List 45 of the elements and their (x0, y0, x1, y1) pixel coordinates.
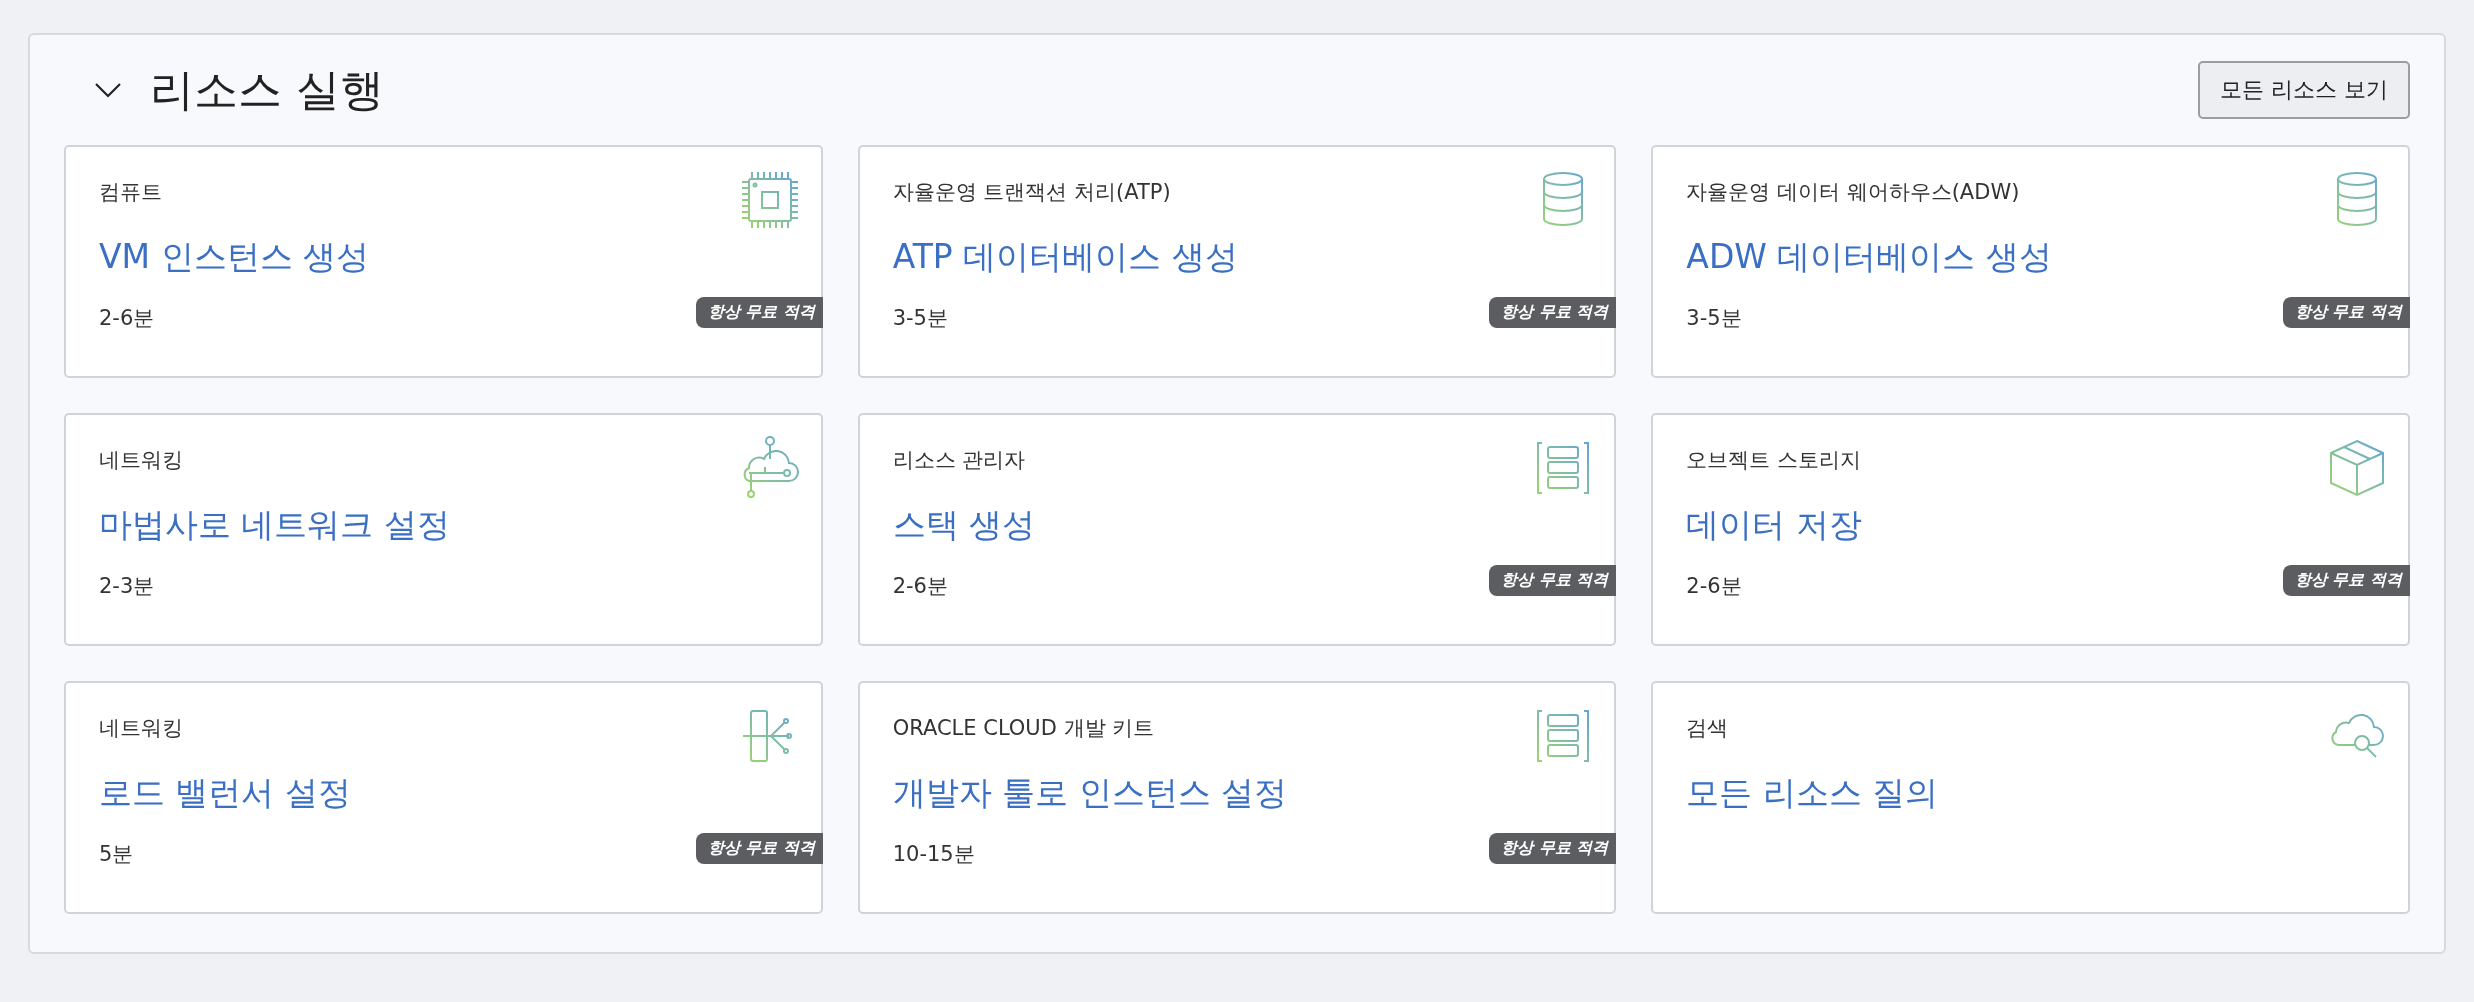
card-category: ORACLE CLOUD 개발 키트 (892, 715, 1156, 742)
card-title-link[interactable]: 마법사로 네트워크 설정 (99, 503, 450, 547)
resource-card[interactable]: 자율운영 데이터 웨어하우스(ADW) ADW 데이터베이스 생성 3-5분 항상 무료 적격 (1651, 145, 2410, 378)
resource-card[interactable]: 리소스 관리자 스택 생성 2-6분 항상 무료 적격 (857, 413, 1617, 646)
card-title-link[interactable]: 로드 밸런서 설정 (99, 771, 351, 815)
card-category: 자율운영 트랜잭션 처리(ATP) (892, 179, 1172, 206)
resource-card[interactable]: 컴퓨트 VM 인스턴스 생성 2-6분 항상 무료 적격 (64, 145, 823, 378)
card-duration: 2-6분 (99, 305, 155, 332)
card-duration: 10-15분 (892, 841, 975, 868)
card-duration: 3-5분 (1686, 305, 1742, 332)
card-category: 리소스 관리자 (892, 447, 1027, 474)
card-title-link[interactable]: 모든 리소스 질의 (1686, 771, 1939, 815)
free-tier-badge: 항상 무료 적격 (1489, 565, 1617, 596)
free-tier-badge: 항상 무료 적격 (695, 833, 823, 864)
card-duration: 2-3분 (99, 573, 155, 600)
free-tier-badge: 항상 무료 적격 (1489, 833, 1617, 864)
card-duration: 3-5분 (892, 305, 948, 332)
resource-card[interactable]: 오브젝트 스토리지 데이터 저장 2-6분 항상 무료 적격 (1651, 413, 2410, 646)
card-category: 네트워킹 (99, 715, 184, 742)
card-title-link[interactable]: 개발자 툴로 인스턴스 설정 (892, 771, 1288, 815)
view-all-button[interactable]: 모든 리소스 보기 (2198, 61, 2410, 119)
card-category: 검색 (1686, 715, 1730, 742)
section-title: 리소스 실행 (150, 62, 384, 117)
chevron-icon[interactable] (94, 82, 122, 98)
card-category: 자율운영 데이터 웨어하우스(ADW) (1686, 179, 2021, 206)
card-category: 컴퓨트 (99, 179, 163, 206)
card-duration: 2-6분 (1686, 573, 1742, 600)
card-title-link[interactable]: ATP 데이터베이스 생성 (892, 235, 1238, 279)
free-tier-badge: 항상 무료 적격 (2282, 297, 2410, 328)
card-title-link[interactable]: 스택 생성 (892, 503, 1036, 547)
card-category: 네트워킹 (99, 447, 184, 474)
free-tier-badge: 항상 무료 적격 (695, 297, 823, 328)
resource-card[interactable]: 자율운영 트랜잭션 처리(ATP) ATP 데이터베이스 생성 3-5분 항상 무료 적격 (857, 145, 1617, 378)
card-title-link[interactable]: 데이터 저장 (1686, 503, 1862, 547)
card-category: 오브젝트 스토리지 (1686, 447, 1862, 474)
card-title-link[interactable]: VM 인스턴스 생성 (99, 235, 370, 279)
card-duration: 5분 (99, 841, 134, 868)
card-duration: 2-6분 (892, 573, 948, 600)
resource-card[interactable]: ORACLE CLOUD 개발 키트 개발자 툴로 인스턴스 설정 10-15분 항상 무료 적격 (857, 681, 1617, 914)
free-tier-badge: 항상 무료 적격 (2282, 565, 2410, 596)
free-tier-badge: 항상 무료 적격 (1489, 297, 1617, 328)
resource-card[interactable]: 네트워킹 로드 밸런서 설정 5분 항상 무료 적격 (64, 681, 823, 914)
resource-card[interactable]: 네트워킹 마법사로 네트워크 설정 2-3분 (64, 413, 823, 646)
resource-card[interactable]: 검색 모든 리소스 질의 (1651, 681, 2410, 914)
card-title-link[interactable]: ADW 데이터베이스 생성 (1686, 235, 2052, 279)
